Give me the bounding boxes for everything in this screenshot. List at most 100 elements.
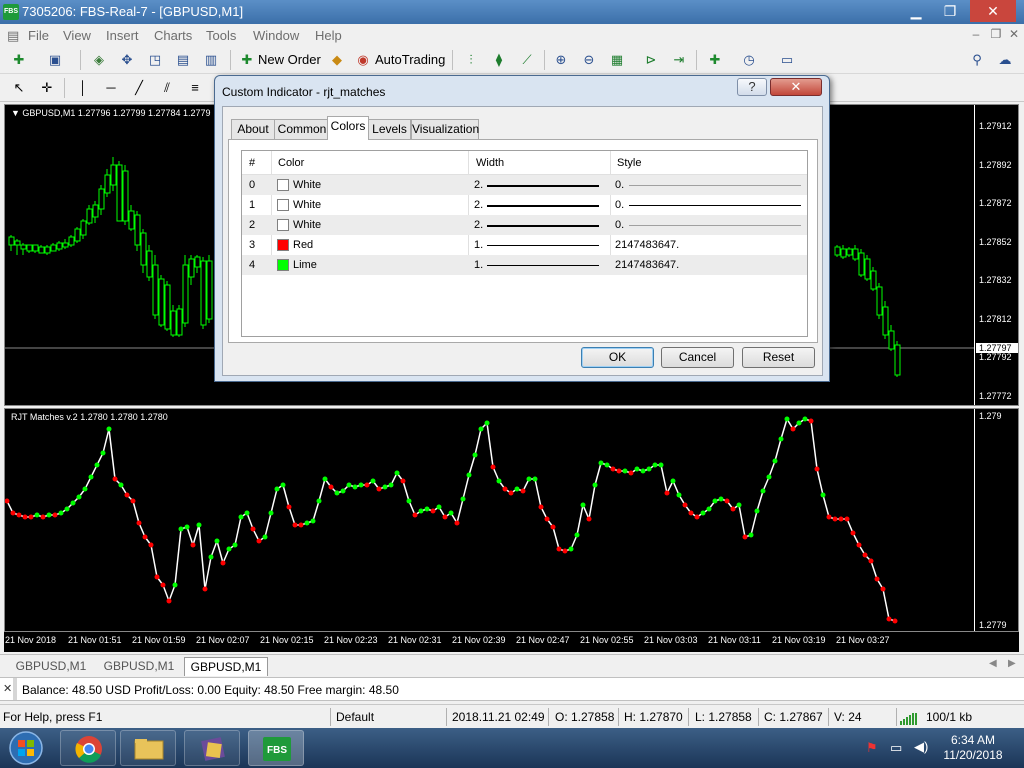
table-row[interactable]: 3 Red 1. 2147483647.	[242, 235, 807, 255]
table-row[interactable]: 2 White 2. 0.	[242, 215, 807, 235]
chart-tab[interactable]: GBPUSD,M1	[8, 657, 94, 676]
fibonacci-icon[interactable]: ≡	[184, 78, 206, 98]
tab-levels[interactable]: Levels	[368, 119, 411, 139]
mdi-close-button[interactable]: ✕	[1004, 27, 1024, 43]
zoom-in-icon[interactable]: ⊕	[550, 50, 572, 70]
color-swatch[interactable]	[277, 199, 289, 211]
tester-icon[interactable]: ▥	[200, 50, 222, 70]
trendline-icon[interactable]: ╱	[128, 78, 150, 98]
chart-tab-active[interactable]: GBPUSD,M1	[184, 657, 268, 676]
width-value[interactable]: 1.	[474, 239, 483, 251]
close-terminal-icon[interactable]: ✕	[3, 682, 12, 695]
autotrading-button[interactable]: AutoTrading	[375, 52, 445, 67]
action-center-icon[interactable]: ⚑	[866, 740, 878, 756]
navigator-icon[interactable]: ✥	[116, 50, 138, 70]
horizontal-line-icon[interactable]: ─	[100, 78, 122, 98]
volume-icon[interactable]: ◀)	[914, 739, 928, 755]
templates-icon[interactable]: ▭	[776, 50, 798, 70]
table-row[interactable]: 4 Lime 1. 2147483647.	[242, 255, 807, 275]
new-order-icon[interactable]: ✚	[236, 50, 258, 70]
color-swatch[interactable]	[277, 219, 289, 231]
mdi-restore-button[interactable]: ❐	[986, 27, 1006, 43]
new-order-button[interactable]: New Order	[258, 52, 321, 67]
clock[interactable]: 6:34 AM 11/20/2018	[940, 733, 1006, 763]
candlestick-icon[interactable]: ⧫	[488, 50, 510, 70]
style-value[interactable]: 2147483647.	[615, 239, 679, 251]
ok-button[interactable]: OK	[581, 347, 654, 368]
close-window-button[interactable]: ✕	[970, 0, 1016, 22]
metaeditor-icon[interactable]: ◆	[326, 50, 348, 70]
channel-icon[interactable]: ⫽	[156, 78, 178, 98]
reset-button[interactable]: Reset	[742, 347, 815, 368]
profiles-icon[interactable]: ▣	[44, 50, 66, 70]
color-name[interactable]: White	[293, 219, 321, 231]
table-row[interactable]: 1 White 2. 0.	[242, 195, 807, 215]
color-name[interactable]: White	[293, 199, 321, 211]
color-name[interactable]: Lime	[293, 259, 317, 271]
menu-charts[interactable]: Charts	[154, 28, 192, 43]
crosshair-icon[interactable]: ✛	[36, 78, 58, 98]
width-value[interactable]: 1.	[474, 259, 483, 271]
chart-shift-icon[interactable]: ⇥	[668, 50, 690, 70]
chart-tab[interactable]: GBPUSD,M1	[96, 657, 182, 676]
tab-scroll-left-icon[interactable]: ◀	[989, 658, 997, 669]
menu-window[interactable]: Window	[253, 28, 299, 43]
minimize-button[interactable]: ▁	[898, 0, 934, 22]
red-dot	[5, 498, 10, 504]
width-value[interactable]: 2.	[474, 219, 483, 231]
menu-insert[interactable]: Insert	[106, 28, 139, 43]
dialog-close-button[interactable]: ✕	[770, 78, 822, 96]
chat-icon[interactable]: ☁	[994, 50, 1016, 70]
color-swatch[interactable]	[277, 179, 289, 191]
start-button[interactable]	[2, 729, 50, 767]
color-name[interactable]: White	[293, 179, 321, 191]
winrar-taskbar-icon[interactable]	[184, 730, 240, 766]
style-value[interactable]: 0.	[615, 179, 624, 191]
periods-icon[interactable]: ◷	[738, 50, 760, 70]
menu-file[interactable]: File	[28, 28, 49, 43]
data-window-icon[interactable]: ◳	[144, 50, 166, 70]
line-chart-icon[interactable]: ⟋	[516, 50, 538, 70]
table-row[interactable]: 0 White 2. 0.	[242, 175, 807, 195]
mdi-minimize-button[interactable]: ‒	[966, 27, 986, 43]
style-value[interactable]: 0.	[615, 219, 624, 231]
search-icon[interactable]: ⚲	[966, 50, 988, 70]
auto-scroll-icon[interactable]: ⊳	[640, 50, 662, 70]
style-value[interactable]: 2147483647.	[615, 259, 679, 271]
candle-body	[14, 240, 21, 246]
tab-about[interactable]: About	[231, 119, 275, 139]
color-swatch[interactable]	[277, 239, 289, 251]
market-watch-icon[interactable]: ◈	[88, 50, 110, 70]
width-value[interactable]: 2.	[474, 179, 483, 191]
terminal-icon[interactable]: ▤	[172, 50, 194, 70]
autotrading-icon[interactable]: ◉	[352, 50, 374, 70]
width-value[interactable]: 2.	[474, 199, 483, 211]
vertical-line-icon[interactable]: │	[72, 78, 94, 98]
color-swatch[interactable]	[277, 259, 289, 271]
lime-dot	[244, 510, 250, 516]
bar-chart-icon[interactable]: ⫶	[460, 50, 482, 70]
new-chart-icon[interactable]: ✚	[8, 50, 30, 70]
tab-scroll-right-icon[interactable]: ▶	[1008, 658, 1016, 669]
menu-icon[interactable]: ▤	[7, 28, 19, 44]
cancel-button[interactable]: Cancel	[661, 347, 734, 368]
tile-windows-icon[interactable]: ▦	[606, 50, 628, 70]
indicator-chart[interactable]: RJT Matches v.2 1.2780 1.2780 1.2780 1.2…	[4, 408, 1019, 632]
indicators-icon[interactable]: ✚	[704, 50, 726, 70]
menu-help[interactable]: Help	[315, 28, 342, 43]
chrome-taskbar-icon[interactable]	[60, 730, 116, 766]
zoom-out-icon[interactable]: ⊖	[578, 50, 600, 70]
tab-colors[interactable]: Colors	[327, 116, 369, 140]
menu-view[interactable]: View	[63, 28, 91, 43]
explorer-taskbar-icon[interactable]	[120, 730, 176, 766]
dialog-help-button[interactable]: ?	[737, 78, 767, 96]
maximize-button[interactable]: ❐	[932, 0, 968, 22]
style-value[interactable]: 0.	[615, 199, 624, 211]
color-name[interactable]: Red	[293, 239, 313, 251]
tab-visualization[interactable]: Visualization	[411, 119, 479, 139]
cursor-icon[interactable]: ↖	[8, 78, 30, 98]
menu-tools[interactable]: Tools	[206, 28, 236, 43]
fbs-taskbar-icon[interactable]: FBS	[248, 730, 304, 766]
network-icon[interactable]: ▭	[890, 740, 902, 756]
tab-common[interactable]: Common	[274, 119, 330, 139]
